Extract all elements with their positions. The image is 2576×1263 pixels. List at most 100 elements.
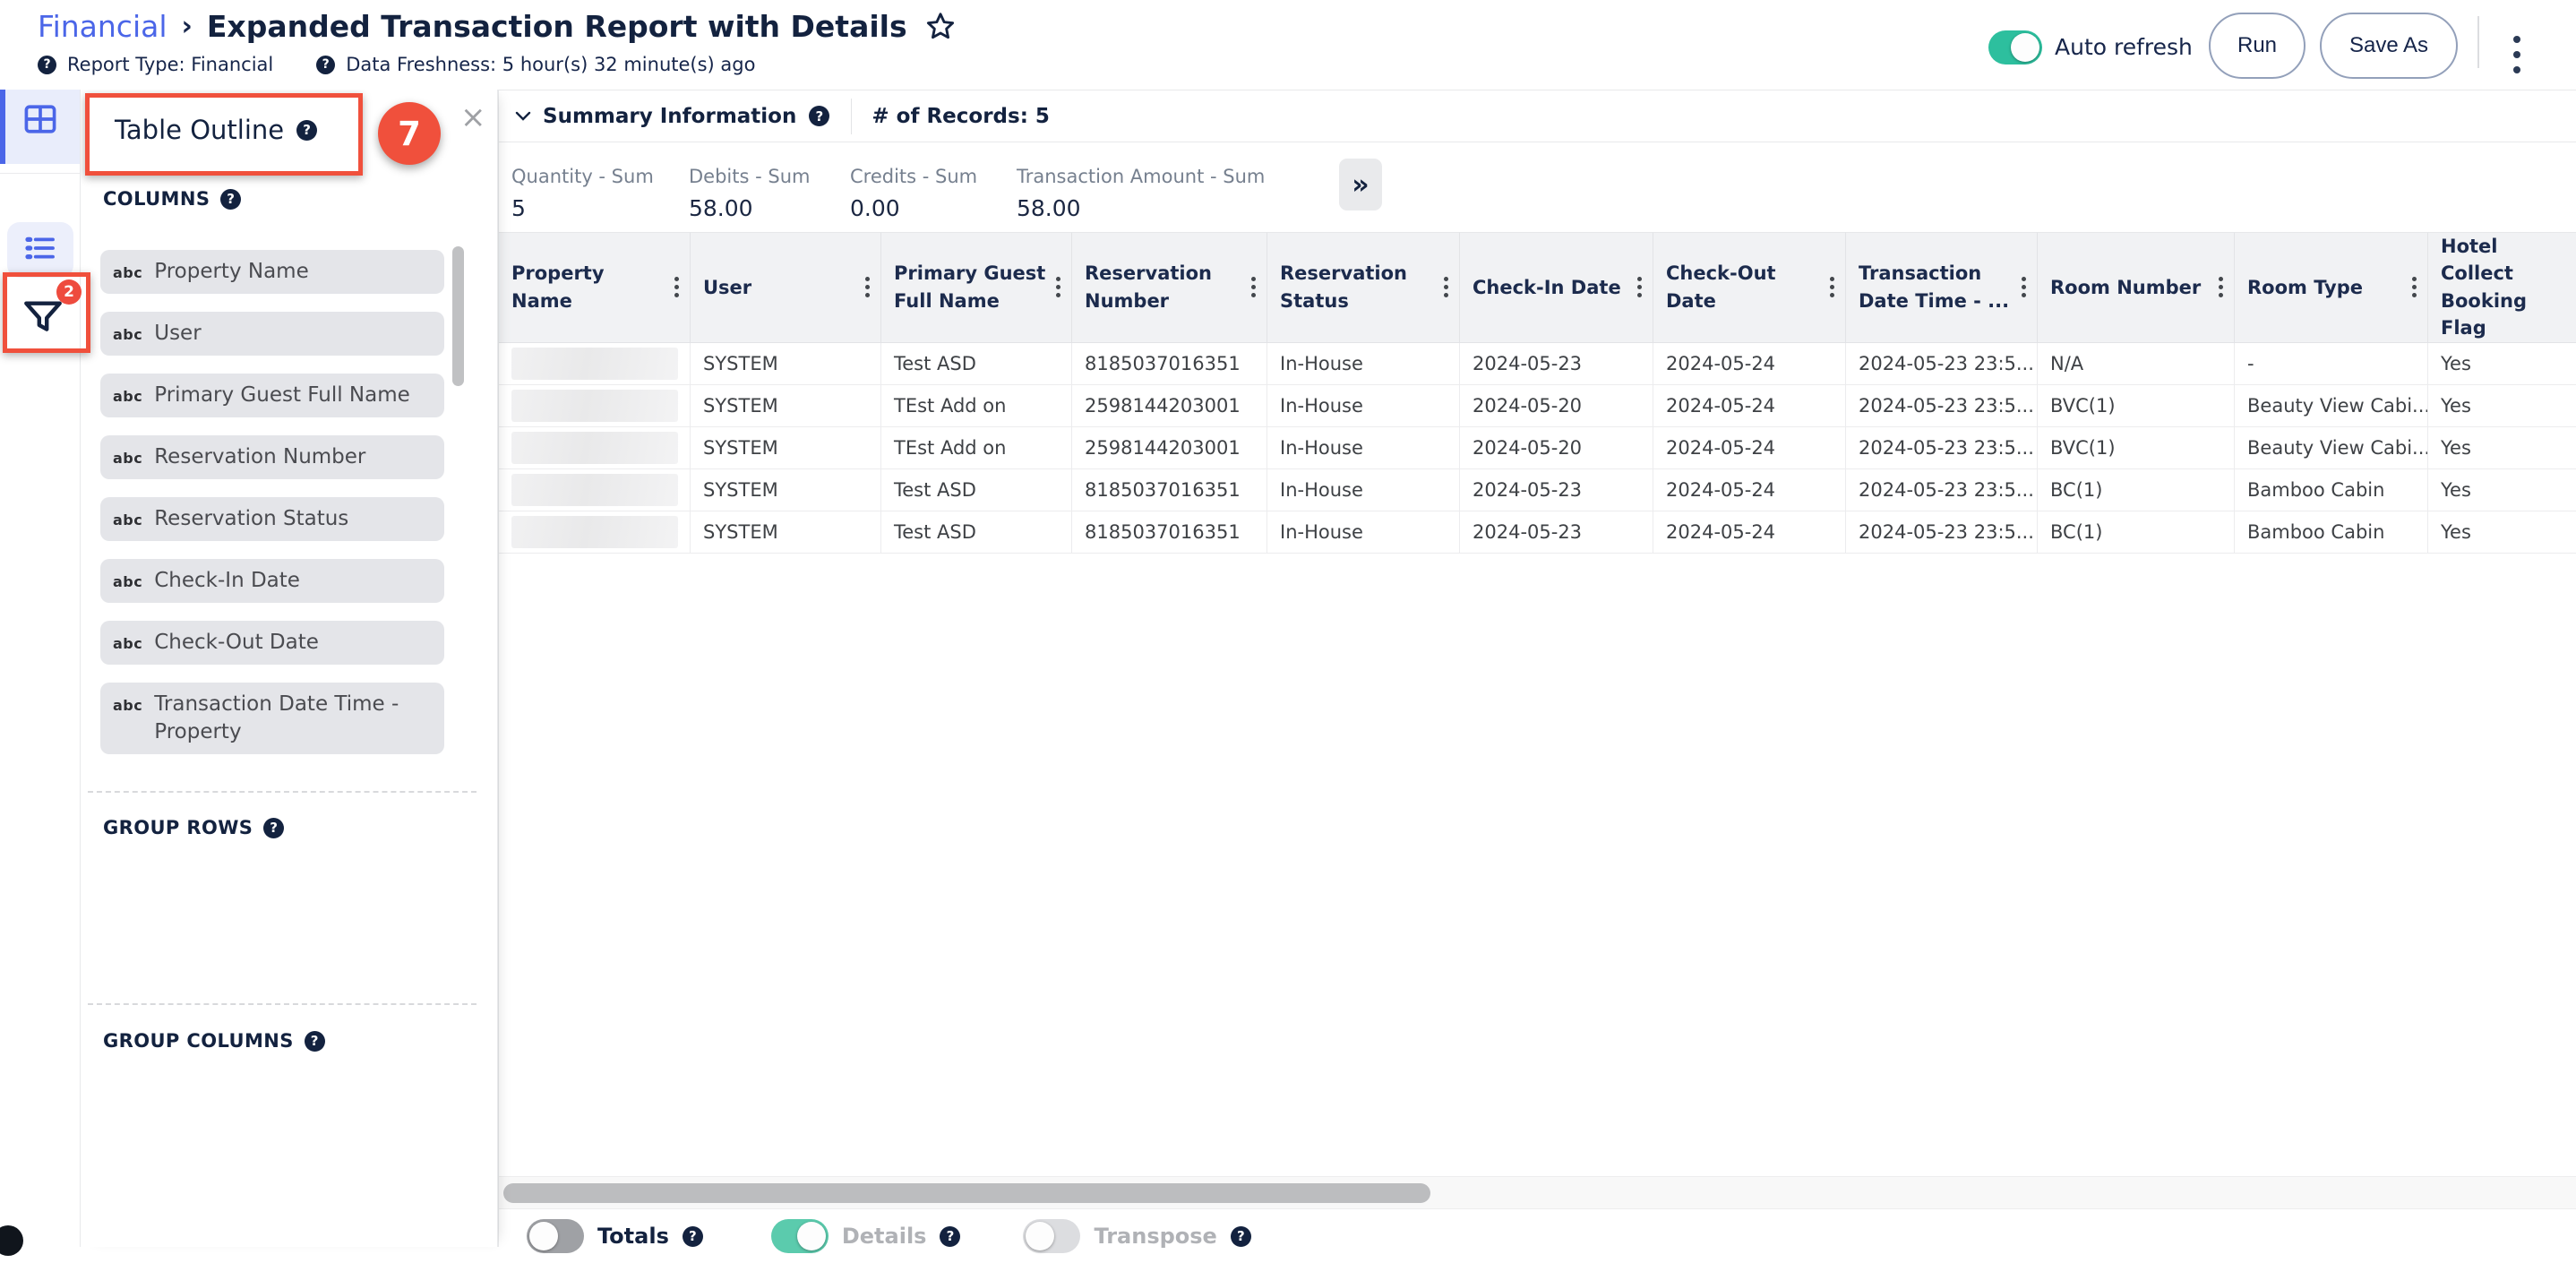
column-header[interactable]: Room Number: [2038, 232, 2235, 343]
group-rows-help-icon[interactable]: ?: [263, 818, 284, 838]
save-as-button[interactable]: Save As: [2320, 13, 2458, 79]
column-menu-icon[interactable]: [2018, 273, 2030, 301]
table-row[interactable]: SYSTEM TEst Add on 2598144203001 In-Hous…: [499, 385, 2576, 427]
report-type-help-icon[interactable]: ?: [38, 56, 56, 74]
report-type-label: Report Type: Financial: [67, 54, 273, 75]
breadcrumb-separator: ›: [182, 11, 193, 42]
abc-type-icon: abc: [113, 326, 142, 348]
list-icon: [21, 229, 59, 271]
column-menu-icon[interactable]: [1634, 273, 1645, 301]
column-menu-icon[interactable]: [1826, 273, 1838, 301]
property-name-cell: [499, 427, 691, 469]
header-row: Property Name User Primary Guest Full Na…: [499, 232, 2576, 343]
page-title: Expanded Transaction Report with Details: [207, 9, 907, 44]
columns-help-icon[interactable]: ?: [220, 189, 241, 210]
column-header[interactable]: User: [691, 232, 881, 343]
totals-toggle[interactable]: [527, 1219, 584, 1253]
column-pill[interactable]: abc Check-In Date: [100, 559, 444, 603]
table-outline-panel: 7 Table Outline ? × COLUMNS ? abc Proper…: [81, 90, 498, 1247]
filter-count-badge: 2: [56, 279, 82, 305]
columns-scrollbar[interactable]: [452, 246, 464, 386]
column-pill[interactable]: abc Property Name: [100, 250, 444, 294]
run-button[interactable]: Run: [2209, 13, 2306, 79]
property-name-cell: [499, 511, 691, 554]
group-columns-help-icon[interactable]: ?: [305, 1031, 325, 1052]
section-divider: [88, 1003, 477, 1005]
abc-type-icon: abc: [113, 635, 142, 657]
report-meta-row: ? Report Type: Financial ? Data Freshnes…: [38, 54, 755, 75]
sidebar-item-field-list[interactable]: [7, 222, 73, 278]
column-menu-icon[interactable]: [2409, 273, 2420, 301]
metric-debits: Debits - Sum 58.00: [689, 166, 810, 221]
metric-quantity: Quantity - Sum 5: [511, 166, 654, 221]
table-row[interactable]: SYSTEM Test ASD 8185037016351 In-House 2…: [499, 343, 2576, 385]
metric-transaction-amount: Transaction Amount - Sum 58.00: [1017, 166, 1265, 221]
abc-type-icon: abc: [113, 450, 142, 471]
details-help-icon[interactable]: ?: [940, 1226, 960, 1247]
summary-help-icon[interactable]: ?: [809, 106, 829, 126]
panel-title: Table Outline: [115, 115, 284, 145]
table-row[interactable]: SYSTEM Test ASD 8185037016351 In-House 2…: [499, 511, 2576, 554]
table-row[interactable]: SYSTEM TEst Add on 2598144203001 In-Hous…: [499, 427, 2576, 469]
column-menu-icon[interactable]: [862, 273, 873, 301]
column-header[interactable]: Check-Out Date: [1653, 232, 1846, 343]
group-rows-section-header: GROUP ROWS ?: [103, 817, 284, 838]
column-header[interactable]: Reservation Status: [1267, 232, 1460, 343]
group-columns-section-header: GROUP COLUMNS ?: [103, 1030, 325, 1052]
header-divider: [2477, 16, 2479, 68]
table-outline-help-icon[interactable]: ?: [296, 120, 317, 141]
chat-bubble[interactable]: [0, 1225, 23, 1256]
property-name-redacted: [511, 516, 678, 548]
column-pill[interactable]: abc User: [100, 312, 444, 356]
column-pill[interactable]: abc Reservation Number: [100, 435, 444, 479]
column-menu-icon[interactable]: [1248, 273, 1259, 301]
property-name-cell: [499, 343, 691, 385]
breadcrumb: Financial › Expanded Transaction Report …: [38, 9, 957, 44]
close-icon[interactable]: ×: [460, 102, 486, 133]
column-menu-icon[interactable]: [1052, 273, 1064, 301]
totals-help-icon[interactable]: ?: [683, 1226, 703, 1247]
table-row[interactable]: SYSTEM Test ASD 8185037016351 In-House 2…: [499, 469, 2576, 511]
breadcrumb-root-link[interactable]: Financial: [38, 9, 167, 44]
abc-type-icon: abc: [113, 573, 142, 595]
column-pill[interactable]: abc Reservation Status: [100, 497, 444, 541]
column-menu-icon[interactable]: [1440, 273, 1452, 301]
data-freshness-label: Data Freshness: 5 hour(s) 32 minute(s) a…: [346, 54, 755, 75]
column-header[interactable]: Hotel Collect Booking Flag: [2428, 232, 2576, 343]
details-label: Details: [842, 1224, 927, 1249]
column-menu-icon[interactable]: [671, 273, 683, 301]
details-toggle[interactable]: [771, 1219, 829, 1253]
expand-metrics-button[interactable]: »: [1339, 159, 1382, 210]
sidebar-item-table-outline[interactable]: [0, 77, 80, 164]
column-menu-icon[interactable]: [2215, 273, 2227, 301]
column-header[interactable]: Reservation Number: [1072, 232, 1267, 343]
abc-type-icon: abc: [113, 388, 142, 409]
transpose-label: Transpose: [1094, 1224, 1216, 1249]
records-count: # of Records: 5: [872, 105, 1050, 128]
column-header[interactable]: Check-In Date: [1460, 232, 1653, 343]
column-header[interactable]: Room Type: [2235, 232, 2428, 343]
data-grid: Property Name User Primary Guest Full Na…: [499, 232, 2576, 554]
property-name-cell: [499, 385, 691, 427]
summary-header: Summary Information ? # of Records: 5: [499, 90, 2576, 142]
column-pill[interactable]: abc Transaction Date Time - Property: [100, 683, 444, 754]
auto-refresh-toggle[interactable]: [1988, 30, 2042, 64]
columns-list: abc Property Name abc User abc Primary G…: [100, 250, 444, 772]
property-name-redacted: [511, 348, 678, 380]
transpose-help-icon[interactable]: ?: [1231, 1226, 1251, 1247]
column-header[interactable]: Primary Guest Full Name: [881, 232, 1072, 343]
more-options-icon[interactable]: [2513, 36, 2520, 73]
column-pill[interactable]: abc Check-Out Date: [100, 621, 444, 665]
abc-type-icon: abc: [113, 697, 142, 746]
column-header[interactable]: Transaction Date Time - ...: [1846, 232, 2038, 343]
horizontal-scrollbar-thumb[interactable]: [503, 1183, 1430, 1203]
rail-divider: [0, 173, 80, 174]
transpose-toggle[interactable]: [1023, 1219, 1080, 1253]
column-pill[interactable]: abc Primary Guest Full Name: [100, 374, 444, 417]
data-freshness-help-icon[interactable]: ?: [316, 56, 335, 74]
column-header[interactable]: Property Name: [499, 232, 691, 343]
favorite-star-icon[interactable]: [923, 10, 957, 44]
annotation-step-badge: 7: [378, 102, 441, 165]
chevron-down-icon[interactable]: [515, 111, 531, 122]
grid-options-bar: Totals ? Details ? Transpose ?: [499, 1209, 2576, 1263]
